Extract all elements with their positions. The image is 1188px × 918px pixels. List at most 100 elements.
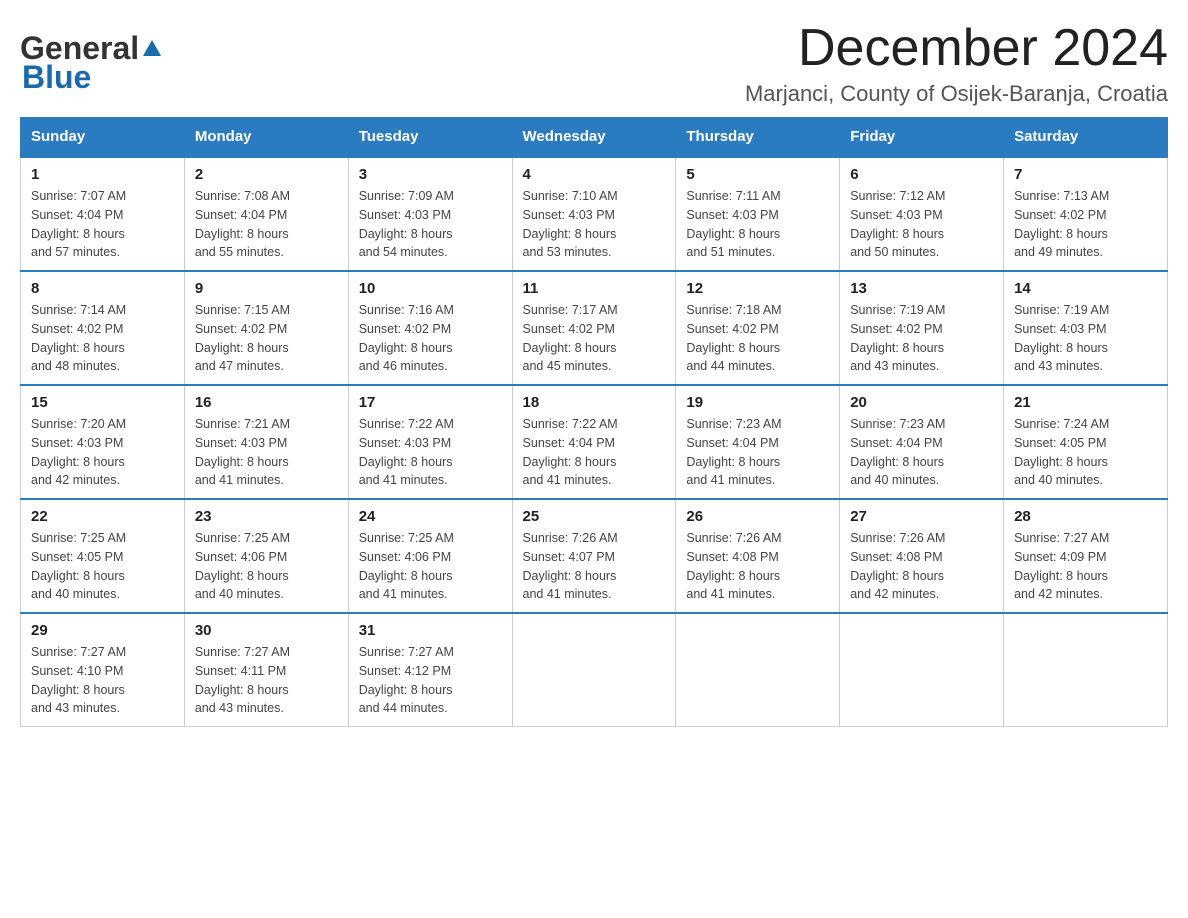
day-info-29: Sunrise: 7:27 AMSunset: 4:10 PMDaylight:… — [31, 643, 174, 718]
day-info-23: Sunrise: 7:25 AMSunset: 4:06 PMDaylight:… — [195, 529, 338, 604]
day-info-19: Sunrise: 7:23 AMSunset: 4:04 PMDaylight:… — [686, 415, 829, 490]
empty-cell-w4-d6 — [1004, 613, 1168, 727]
day-number-1: 1 — [31, 166, 174, 183]
header-wednesday: Wednesday — [512, 118, 676, 157]
day-number-3: 3 — [359, 166, 502, 183]
logo-triangle-icon — [141, 38, 163, 60]
day-info-17: Sunrise: 7:22 AMSunset: 4:03 PMDaylight:… — [359, 415, 502, 490]
day-info-22: Sunrise: 7:25 AMSunset: 4:05 PMDaylight:… — [31, 529, 174, 604]
day-cell-17: 17 Sunrise: 7:22 AMSunset: 4:03 PMDayligh… — [348, 385, 512, 499]
day-cell-27: 27Sunrise: 7:26 AMSunset: 4:08 PMDayligh… — [840, 499, 1004, 613]
day-info-28: Sunrise: 7:27 AMSunset: 4:09 PMDaylight:… — [1014, 529, 1157, 604]
day-info-24: Sunrise: 7:25 AMSunset: 4:06 PMDaylight:… — [359, 529, 502, 604]
day-number-9: 9 — [195, 280, 338, 297]
day-number-16: 16 — [195, 394, 338, 411]
day-number-4: 4 — [523, 166, 666, 183]
day-cell-20: 20 Sunrise: 7:23 AMSunset: 4:04 PMDayligh… — [840, 385, 1004, 499]
week-row-4: 22 Sunrise: 7:25 AMSunset: 4:05 PMDayligh… — [21, 499, 1168, 613]
page-header: General Blue December 2024 Marjanci, Cou… — [20, 20, 1168, 107]
location-subtitle: Marjanci, County of Osijek-Baranja, Croa… — [745, 81, 1168, 107]
day-cell-22: 22 Sunrise: 7:25 AMSunset: 4:05 PMDayligh… — [21, 499, 185, 613]
day-cell-29: 29 Sunrise: 7:27 AMSunset: 4:10 PMDayligh… — [21, 613, 185, 727]
day-info-13: Sunrise: 7:19 AMSunset: 4:02 PMDaylight:… — [850, 301, 993, 376]
day-number-26: 26 — [686, 508, 829, 525]
header-monday: Monday — [184, 118, 348, 157]
day-info-10: Sunrise: 7:16 AMSunset: 4:02 PMDaylight:… — [359, 301, 502, 376]
day-info-5: Sunrise: 7:11 AMSunset: 4:03 PMDaylight:… — [686, 187, 829, 262]
day-cell-13: 13 Sunrise: 7:19 AMSunset: 4:02 PMDayligh… — [840, 271, 1004, 385]
day-info-25: Sunrise: 7:26 AMSunset: 4:07 PMDaylight:… — [523, 529, 666, 604]
day-cell-14: 14 Sunrise: 7:19 AMSunset: 4:03 PMDayligh… — [1004, 271, 1168, 385]
day-cell-18: 18 Sunrise: 7:22 AMSunset: 4:04 PMDayligh… — [512, 385, 676, 499]
day-cell-2: 2Sunrise: 7:08 AMSunset: 4:04 PMDaylight… — [184, 157, 348, 272]
day-cell-21: 21 Sunrise: 7:24 AMSunset: 4:05 PMDayligh… — [1004, 385, 1168, 499]
day-cell-19: 19Sunrise: 7:23 AMSunset: 4:04 PMDayligh… — [676, 385, 840, 499]
day-info-9: Sunrise: 7:15 AMSunset: 4:02 PMDaylight:… — [195, 301, 338, 376]
day-number-5: 5 — [686, 166, 829, 183]
day-cell-12: 12Sunrise: 7:18 AMSunset: 4:02 PMDayligh… — [676, 271, 840, 385]
day-info-20: Sunrise: 7:23 AMSunset: 4:04 PMDaylight:… — [850, 415, 993, 490]
day-info-2: Sunrise: 7:08 AMSunset: 4:04 PMDaylight:… — [195, 187, 338, 262]
empty-cell-w4-d4 — [676, 613, 840, 727]
day-info-18: Sunrise: 7:22 AMSunset: 4:04 PMDaylight:… — [523, 415, 666, 490]
calendar-table: Sunday Monday Tuesday Wednesday Thursday… — [20, 117, 1168, 727]
days-header-row: Sunday Monday Tuesday Wednesday Thursday… — [21, 118, 1168, 157]
day-number-12: 12 — [686, 280, 829, 297]
day-cell-30: 30 Sunrise: 7:27 AMSunset: 4:11 PMDayligh… — [184, 613, 348, 727]
day-cell-25: 25Sunrise: 7:26 AMSunset: 4:07 PMDayligh… — [512, 499, 676, 613]
day-cell-3: 3Sunrise: 7:09 AMSunset: 4:03 PMDaylight… — [348, 157, 512, 272]
day-number-7: 7 — [1014, 166, 1157, 183]
day-number-17: 17 — [359, 394, 502, 411]
day-info-14: Sunrise: 7:19 AMSunset: 4:03 PMDaylight:… — [1014, 301, 1157, 376]
day-number-22: 22 — [31, 508, 174, 525]
header-tuesday: Tuesday — [348, 118, 512, 157]
day-info-16: Sunrise: 7:21 AMSunset: 4:03 PMDaylight:… — [195, 415, 338, 490]
day-cell-26: 26 Sunrise: 7:26 AMSunset: 4:08 PMDayligh… — [676, 499, 840, 613]
day-number-24: 24 — [359, 508, 502, 525]
empty-cell-w4-d5 — [840, 613, 1004, 727]
day-info-15: Sunrise: 7:20 AMSunset: 4:03 PMDaylight:… — [31, 415, 174, 490]
day-cell-28: 28 Sunrise: 7:27 AMSunset: 4:09 PMDayligh… — [1004, 499, 1168, 613]
day-cell-24: 24 Sunrise: 7:25 AMSunset: 4:06 PMDayligh… — [348, 499, 512, 613]
day-number-21: 21 — [1014, 394, 1157, 411]
day-info-4: Sunrise: 7:10 AMSunset: 4:03 PMDaylight:… — [523, 187, 666, 262]
header-thursday: Thursday — [676, 118, 840, 157]
day-number-28: 28 — [1014, 508, 1157, 525]
week-row-3: 15 Sunrise: 7:20 AMSunset: 4:03 PMDayligh… — [21, 385, 1168, 499]
day-info-6: Sunrise: 7:12 AMSunset: 4:03 PMDaylight:… — [850, 187, 993, 262]
day-info-27: Sunrise: 7:26 AMSunset: 4:08 PMDaylight:… — [850, 529, 993, 604]
day-info-30: Sunrise: 7:27 AMSunset: 4:11 PMDaylight:… — [195, 643, 338, 718]
day-info-26: Sunrise: 7:26 AMSunset: 4:08 PMDaylight:… — [686, 529, 829, 604]
day-number-30: 30 — [195, 622, 338, 639]
week-row-1: 1Sunrise: 7:07 AMSunset: 4:04 PMDaylight… — [21, 157, 1168, 272]
day-number-31: 31 — [359, 622, 502, 639]
day-number-14: 14 — [1014, 280, 1157, 297]
day-cell-23: 23 Sunrise: 7:25 AMSunset: 4:06 PMDayligh… — [184, 499, 348, 613]
day-info-31: Sunrise: 7:27 AMSunset: 4:12 PMDaylight:… — [359, 643, 502, 718]
day-number-10: 10 — [359, 280, 502, 297]
day-number-15: 15 — [31, 394, 174, 411]
day-cell-5: 5 Sunrise: 7:11 AMSunset: 4:03 PMDaylight… — [676, 157, 840, 272]
day-cell-6: 6 Sunrise: 7:12 AMSunset: 4:03 PMDaylight… — [840, 157, 1004, 272]
day-cell-16: 16 Sunrise: 7:21 AMSunset: 4:03 PMDayligh… — [184, 385, 348, 499]
day-cell-4: 4 Sunrise: 7:10 AMSunset: 4:03 PMDaylight… — [512, 157, 676, 272]
month-title: December 2024 — [745, 20, 1168, 77]
day-info-8: Sunrise: 7:14 AMSunset: 4:02 PMDaylight:… — [31, 301, 174, 376]
day-number-6: 6 — [850, 166, 993, 183]
day-cell-8: 8 Sunrise: 7:14 AMSunset: 4:02 PMDaylight… — [21, 271, 185, 385]
day-number-8: 8 — [31, 280, 174, 297]
day-info-21: Sunrise: 7:24 AMSunset: 4:05 PMDaylight:… — [1014, 415, 1157, 490]
day-number-23: 23 — [195, 508, 338, 525]
day-cell-15: 15 Sunrise: 7:20 AMSunset: 4:03 PMDayligh… — [21, 385, 185, 499]
logo-blue: Blue — [22, 59, 91, 96]
day-number-29: 29 — [31, 622, 174, 639]
day-info-7: Sunrise: 7:13 AMSunset: 4:02 PMDaylight:… — [1014, 187, 1157, 262]
day-number-11: 11 — [523, 280, 666, 297]
day-number-18: 18 — [523, 394, 666, 411]
day-number-13: 13 — [850, 280, 993, 297]
empty-cell-w4-d3 — [512, 613, 676, 727]
day-cell-11: 11Sunrise: 7:17 AMSunset: 4:02 PMDayligh… — [512, 271, 676, 385]
day-number-20: 20 — [850, 394, 993, 411]
logo-area: General Blue — [20, 20, 165, 96]
header-sunday: Sunday — [21, 118, 185, 157]
